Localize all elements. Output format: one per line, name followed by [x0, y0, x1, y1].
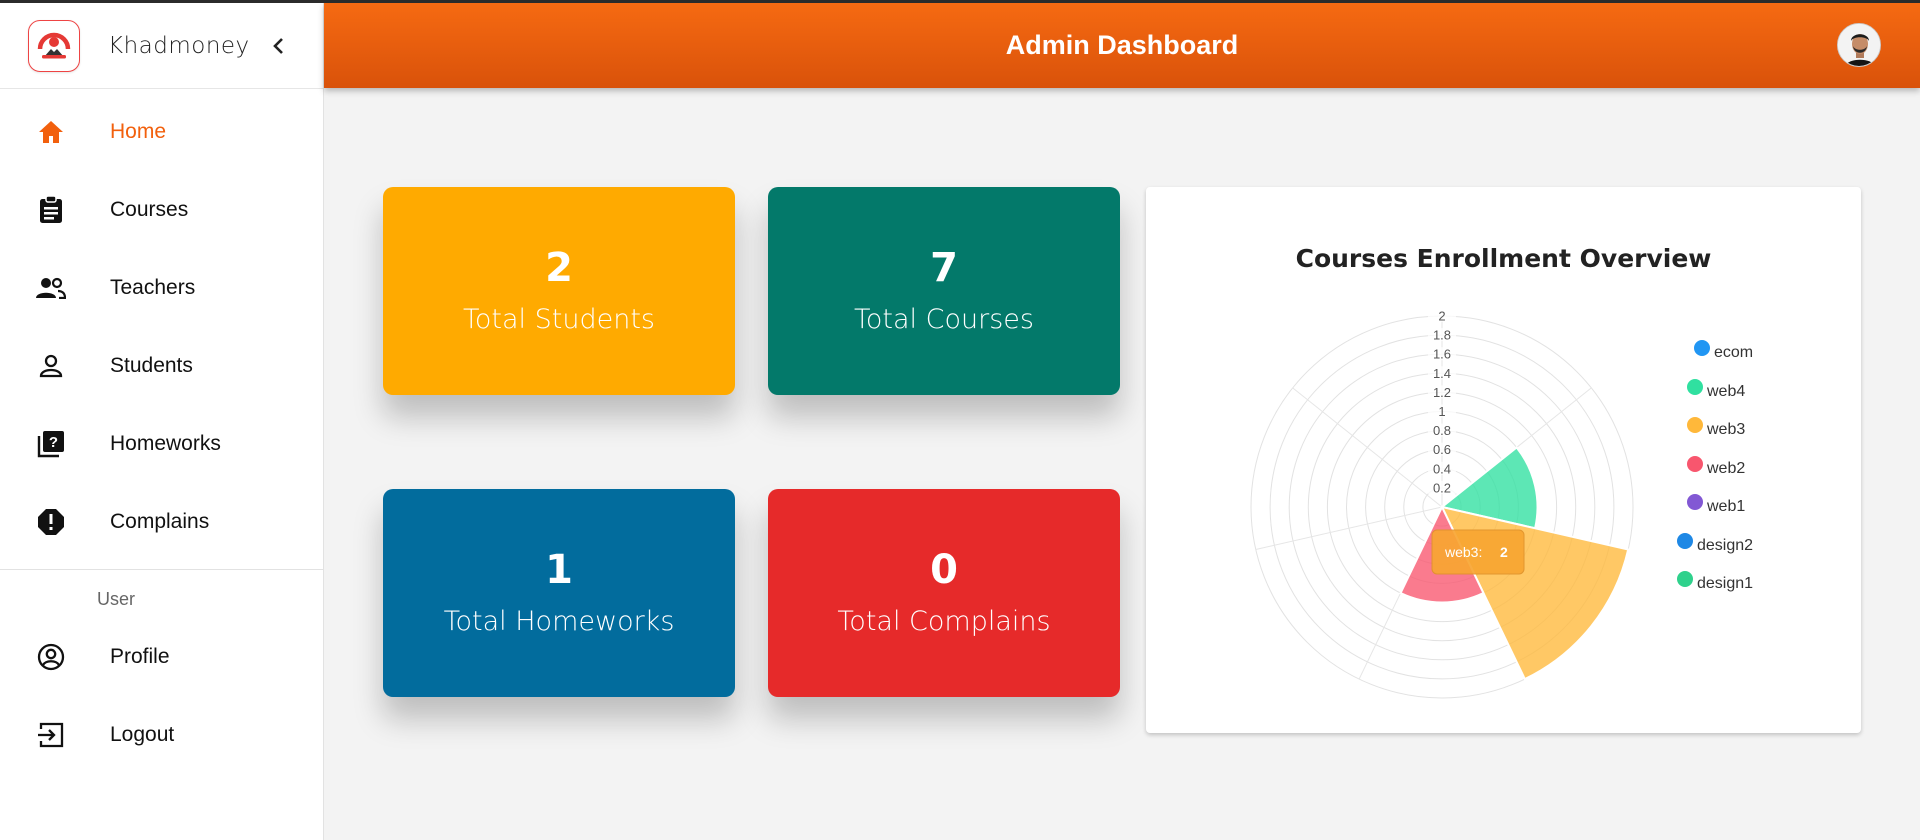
sidebar-item-home[interactable]: Home	[0, 93, 323, 171]
people-icon	[36, 273, 66, 303]
r-tick-label: 1.4	[1433, 366, 1451, 381]
r-tick-label: 0.8	[1433, 423, 1451, 438]
avatar[interactable]	[1837, 23, 1881, 67]
r-tick-label: 1.6	[1433, 347, 1451, 362]
legend-swatch	[1687, 417, 1703, 433]
sidebar-section-user: User	[97, 589, 136, 609]
stat-card-courses[interactable]: 7 Total Courses	[768, 187, 1120, 395]
legend-label: web2	[1707, 459, 1746, 477]
sidebar-item-label: Profile	[110, 645, 170, 668]
legend-swatch	[1687, 494, 1703, 510]
stat-value: 1	[545, 546, 573, 593]
person-icon	[36, 351, 66, 381]
legend-label: design2	[1697, 536, 1754, 554]
polar-area-chart[interactable]: 0.2 0.4 0.6 0.8 1 1.2 1.4 1.6 1.8 2 web3: 2	[1146, 187, 1861, 733]
question-library-icon: ?	[36, 429, 66, 459]
sidebar-item-teachers[interactable]: Teachers	[0, 249, 323, 327]
sidebar-item-profile[interactable]: Profile	[0, 618, 323, 696]
stat-card-homeworks[interactable]: 1 Total Homeworks	[383, 489, 735, 697]
r-tick-label: 1.2	[1433, 385, 1451, 400]
sidebar-item-label: Homeworks	[110, 432, 221, 455]
sidebar-item-label: Logout	[110, 723, 175, 746]
sidebar-nav: Home Courses Teachers Students ? Homewor…	[0, 89, 323, 561]
sidebar-item-label: Home	[110, 120, 167, 143]
grid-spoke	[1255, 506, 1443, 550]
legend-swatch	[1687, 455, 1703, 472]
sidebar-user-nav: Profile Logout	[0, 618, 323, 774]
legend-swatch	[1677, 571, 1693, 587]
logout-icon	[36, 720, 66, 750]
legend-item-design1[interactable]: design1	[1677, 571, 1754, 594]
sidebar-item-label: Courses	[110, 198, 189, 221]
stat-card-complains[interactable]: 0 Total Complains	[768, 489, 1120, 697]
window-top-border	[0, 0, 1920, 3]
stat-label: Total Courses	[854, 303, 1034, 335]
stat-value: 0	[930, 546, 958, 593]
legend-label: web3	[1707, 421, 1746, 438]
r-tick-label: 1.8	[1433, 328, 1451, 343]
legend-item-design2[interactable]: design2	[1677, 532, 1754, 556]
sidebar-item-courses[interactable]: Courses	[0, 171, 323, 249]
legend-swatch	[1694, 340, 1710, 356]
page-title: Admin Dashboard	[1005, 30, 1239, 60]
legend-swatch	[1677, 532, 1693, 549]
sidebar-item-label: Students	[110, 354, 193, 377]
app-logo[interactable]	[28, 19, 80, 72]
account-circle-icon	[36, 642, 66, 672]
legend-item-ecom[interactable]: ecom	[1694, 340, 1754, 363]
legend-label: design1	[1697, 575, 1754, 592]
brand-name: Khadmoney	[108, 32, 250, 59]
report-icon	[36, 507, 66, 537]
tooltip-value: 2	[1500, 544, 1508, 560]
top-app-bar: Admin Dashboard	[324, 3, 1920, 88]
legend-item-web2[interactable]: web2	[1687, 455, 1746, 479]
stat-label: Total Students	[463, 303, 655, 335]
tooltip-label: web3:	[1444, 544, 1482, 560]
r-tick-label: 0.4	[1433, 461, 1451, 476]
sidebar-brand: Khadmoney	[0, 3, 323, 89]
legend-item-web3[interactable]: web3	[1687, 417, 1746, 440]
sidebar-item-label: Teachers	[110, 276, 196, 299]
stat-label: Total Complains	[837, 605, 1051, 637]
r-tick-label: 1	[1438, 404, 1445, 419]
r-tick-label: 0.2	[1433, 480, 1451, 495]
stat-card-students[interactable]: 2 Total Students	[383, 187, 735, 395]
r-tick-label: 2	[1438, 309, 1445, 324]
chevron-left-icon[interactable]	[266, 34, 290, 58]
sidebar-item-complains[interactable]: Complains	[0, 483, 323, 561]
legend-item-web1[interactable]: web1	[1687, 494, 1746, 517]
svg-text:?: ?	[49, 434, 58, 451]
stat-value: 7	[930, 244, 958, 291]
home-icon	[36, 117, 66, 147]
sidebar-item-logout[interactable]: Logout	[0, 696, 323, 774]
enrollment-chart-panel: Courses Enrollment Overview 0.2 0.4 0.6 0.8…	[1146, 187, 1861, 733]
sidebar-item-homeworks[interactable]: ? Homeworks	[0, 405, 323, 483]
sidebar-item-students[interactable]: Students	[0, 327, 323, 405]
clipboard-icon	[36, 195, 66, 225]
sidebar-item-label: Complains	[110, 510, 210, 533]
stat-value: 2	[545, 244, 573, 291]
legend-label: ecom	[1714, 344, 1754, 361]
legend-label: web1	[1707, 498, 1746, 515]
r-tick-label: 0.6	[1433, 442, 1451, 457]
sidebar: Khadmoney Home Courses Teachers Students…	[0, 3, 324, 840]
legend-item-web4[interactable]: web4	[1687, 378, 1746, 402]
legend-label: web4	[1707, 382, 1746, 400]
stat-label: Total Homeworks	[443, 605, 675, 637]
legend-swatch	[1687, 378, 1703, 395]
